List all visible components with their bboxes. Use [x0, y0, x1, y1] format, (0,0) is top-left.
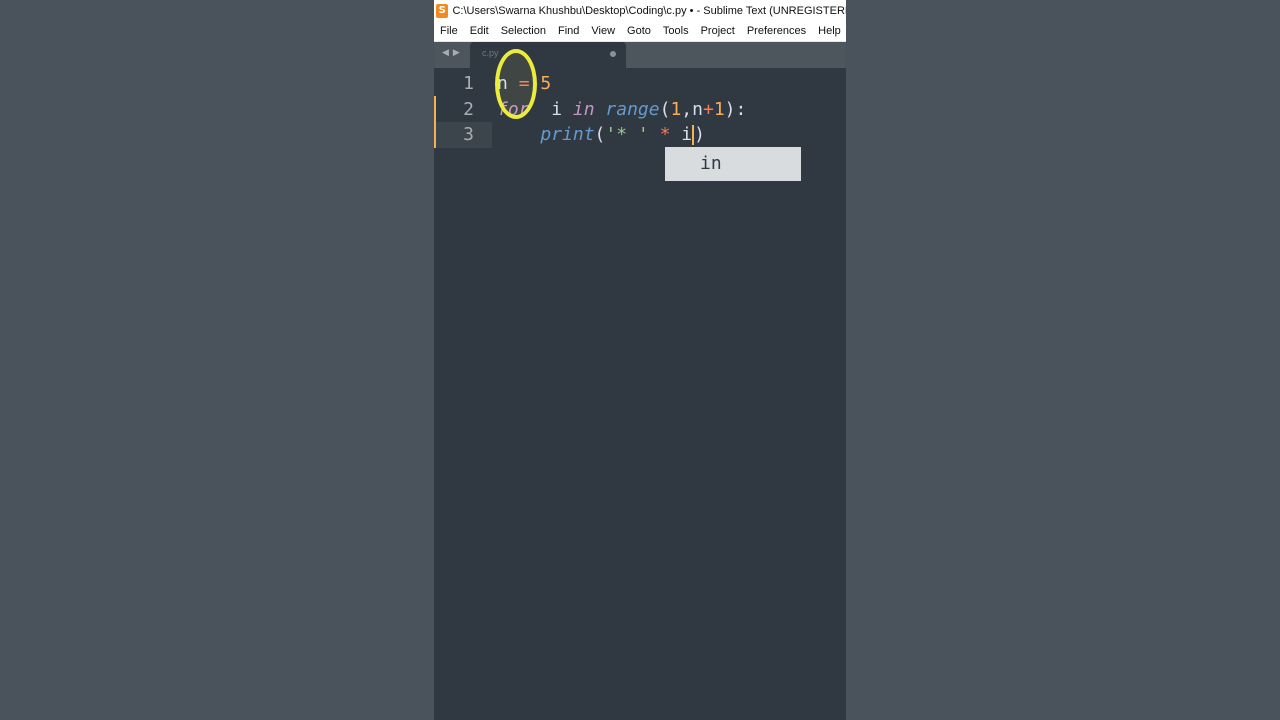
menu-preferences[interactable]: Preferences [741, 21, 812, 41]
autocomplete-item[interactable]: in [700, 151, 722, 177]
menu-help[interactable]: Help [812, 21, 846, 41]
code-token: 1 [670, 99, 682, 120]
menu-project[interactable]: Project [695, 21, 741, 41]
code-token: 1 [713, 99, 725, 120]
code-token: ' [637, 124, 649, 145]
code-token: in [572, 99, 595, 120]
code-token: i [529, 99, 573, 120]
tab-bar: ◀ ▶ c.py [434, 42, 846, 68]
code-token: ( [659, 99, 671, 120]
code-token: * [659, 124, 671, 145]
menu-bar: File Edit Selection Find View Goto Tools… [434, 21, 846, 42]
sublime-logo-icon: S [436, 3, 449, 18]
tab-label: c.py [482, 48, 499, 58]
code-line[interactable]: print('* ' * i) [497, 122, 705, 148]
menu-find[interactable]: Find [552, 21, 585, 41]
line-number: 2 [463, 99, 474, 120]
menu-file[interactable]: File [434, 21, 464, 41]
menu-tools[interactable]: Tools [657, 21, 695, 41]
line-number: 3 [463, 124, 474, 145]
menu-goto[interactable]: Goto [621, 21, 657, 41]
code-token: n [692, 99, 703, 120]
code-token: 5 [540, 73, 552, 94]
code-token: i [670, 124, 693, 145]
menu-view[interactable]: View [585, 21, 621, 41]
tab-c-py[interactable]: c.py [470, 42, 626, 68]
code-token: ( [594, 124, 606, 145]
code-token: range [605, 99, 660, 120]
code-token: print [540, 124, 595, 145]
code-token: + [702, 99, 714, 120]
sublime-window: S C:\Users\Swarna Khushbu\Desktop\Coding… [434, 0, 846, 720]
menu-selection[interactable]: Selection [495, 21, 552, 41]
chevron-left-icon[interactable]: ◀ [442, 48, 449, 58]
tab-nav-arrows: ◀ ▶ [442, 48, 460, 58]
autocomplete-popup: in [665, 147, 801, 181]
code-token: * [616, 124, 638, 145]
window-title: C:\Users\Swarna Khushbu\Desktop\Coding\c… [452, 4, 846, 17]
code-token: , [681, 99, 693, 120]
mouse-cursor-highlight-ring [495, 49, 537, 119]
line-number: 1 [463, 73, 474, 94]
code-token: ): [724, 99, 747, 120]
code-token: ) [694, 124, 705, 145]
modified-dot-icon[interactable] [610, 51, 616, 57]
menu-edit[interactable]: Edit [464, 21, 495, 41]
chevron-right-icon[interactable]: ▶ [453, 48, 460, 58]
title-bar: S C:\Users\Swarna Khushbu\Desktop\Coding… [434, 0, 846, 21]
code-token: ' [605, 124, 617, 145]
